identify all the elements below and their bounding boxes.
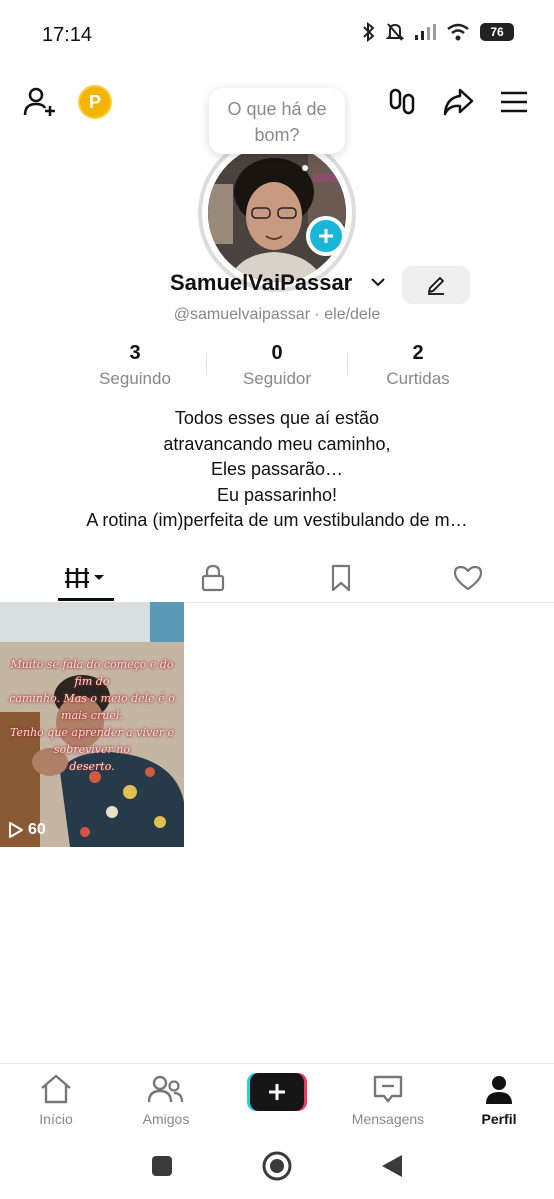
active-tab-indicator [58, 598, 114, 601]
bookmark-icon [331, 564, 351, 592]
system-navigation [0, 1140, 554, 1199]
add-user-icon [23, 87, 55, 116]
video-caption: Muito se fala do começo e do fim do cami… [4, 656, 180, 775]
create-button[interactable] [247, 1073, 307, 1111]
bio-line: Todos esses que aí estão [174, 408, 380, 428]
tab-liked[interactable] [445, 556, 491, 600]
bio-line: Eu passarinho! [216, 484, 338, 505]
inbox-icon [373, 1075, 403, 1103]
status-bubble[interactable]: O que há de bom? [209, 88, 345, 154]
status-icons: 76 [362, 22, 514, 42]
nav-home-label: Início [39, 1111, 73, 1127]
play-outline-icon [9, 822, 23, 838]
videos-grid-icon [65, 568, 104, 588]
username[interactable]: SamuelVaiPassar [170, 270, 352, 296]
lock-icon [201, 564, 225, 592]
video-caption-line: Tenho que aprender a viver e sobreviver … [10, 726, 174, 756]
nav-inbox[interactable]: Mensagens [338, 1074, 438, 1127]
nav-inbox-label: Mensagens [351, 1111, 425, 1127]
bio[interactable]: Todos esses que aí estão atravancando me… [0, 406, 554, 534]
status-bubble-line-1: O que há de [227, 99, 327, 119]
coins-button[interactable]: P [78, 85, 112, 119]
video-view-count: 60 [8, 821, 46, 839]
home-circle-icon[interactable] [261, 1150, 293, 1182]
stat-likes-value: 2 [412, 342, 424, 364]
plus-icon [319, 229, 333, 243]
add-friend-button[interactable] [22, 84, 58, 120]
friends-icon [147, 1075, 184, 1103]
mute-bell-icon [386, 23, 404, 41]
coin-icon: P [88, 91, 101, 112]
status-time: 17:14 [42, 24, 93, 46]
video-caption-line: deserto. [69, 760, 115, 773]
avatar-photo [208, 144, 346, 282]
back-icon[interactable] [380, 1153, 404, 1179]
user-handle: @samuelvaipassar · ele/dele [173, 306, 381, 323]
profile-icon [486, 1076, 512, 1104]
stat-likes-label: Curtidas [386, 369, 450, 388]
edit-profile-button[interactable] [402, 266, 470, 304]
bio-line: Eles passarão… [210, 459, 344, 479]
signal-icon [415, 24, 436, 40]
bottom-nav: Início Amigos Mensagens Perfil [0, 1063, 554, 1136]
stat-followers-label: Seguidor [242, 369, 312, 388]
heart-icon [453, 565, 483, 591]
tab-saved[interactable] [318, 556, 364, 600]
home-icon [41, 1074, 71, 1104]
chevron-down-icon[interactable] [370, 276, 386, 288]
video-thumbnail[interactable]: Muito se fala do começo e do fim do cami… [0, 602, 184, 847]
nav-home[interactable]: Início [6, 1074, 106, 1127]
tab-private[interactable] [190, 556, 236, 600]
create-icon [247, 1073, 307, 1111]
footprints-icon [389, 88, 415, 115]
avatar[interactable] [208, 144, 346, 282]
hamburger-menu-icon [501, 91, 527, 113]
bubble-tail-dot [302, 165, 308, 171]
share-button[interactable] [440, 84, 476, 120]
nav-friends-label: Amigos [142, 1111, 190, 1127]
stat-followers-value: 0 [271, 342, 283, 364]
stat-following-value: 3 [129, 342, 141, 364]
nav-profile[interactable]: Perfil [449, 1074, 549, 1127]
tab-videos[interactable] [58, 556, 114, 600]
wifi-icon [447, 23, 469, 41]
footprints-button[interactable] [384, 84, 420, 120]
stat-following[interactable]: 3 Seguindo [60, 342, 210, 389]
profile-tabs [0, 556, 554, 603]
stat-likes[interactable]: 2 Curtidas [343, 342, 493, 389]
bio-line: A rotina (im)perfeita de um vestibulando… [86, 510, 468, 530]
share-icon [443, 88, 474, 116]
add-story-button[interactable] [306, 216, 346, 256]
nav-friends[interactable]: Amigos [116, 1074, 216, 1127]
nav-profile-label: Perfil [481, 1111, 517, 1127]
recents-icon[interactable] [150, 1154, 174, 1178]
stat-following-label: Seguindo [99, 369, 171, 388]
status-bubble-line-2: bom? [254, 125, 300, 145]
video-caption-line: Muito se fala do começo e do fim do [10, 658, 174, 688]
bio-line: atravancando meu caminho, [163, 433, 391, 454]
video-caption-line: caminho. Mas o meio dele é o mais cruel. [9, 692, 175, 722]
stat-followers[interactable]: 0 Seguidor [202, 342, 352, 389]
menu-button[interactable] [496, 84, 532, 120]
bluetooth-icon [363, 22, 375, 42]
video-view-count-value: 60 [28, 821, 46, 838]
battery-indicator: 76 [480, 23, 514, 41]
pencil-icon [428, 277, 444, 295]
